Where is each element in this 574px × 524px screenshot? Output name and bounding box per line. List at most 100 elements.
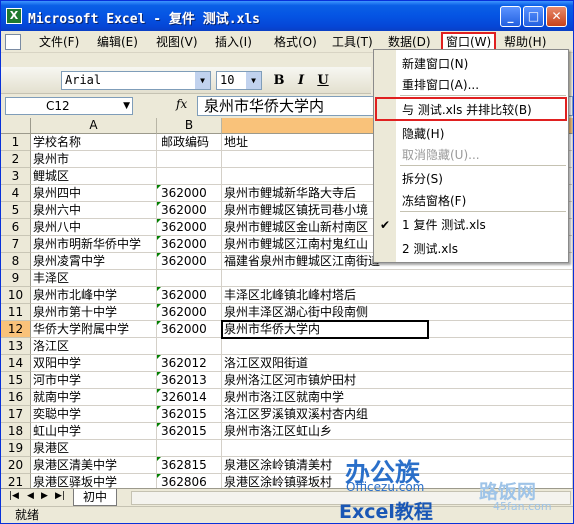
- cell-c[interactable]: 洛江区罗溪镇双溪村杏内组: [222, 406, 573, 423]
- row-header[interactable]: 9: [1, 270, 31, 287]
- cell-a[interactable]: 学校名称: [31, 134, 157, 151]
- maximize-button[interactable]: □: [523, 6, 544, 27]
- row-header[interactable]: 6: [1, 219, 31, 236]
- row-header[interactable]: 12: [1, 321, 31, 338]
- cell-a[interactable]: 鲤城区: [31, 168, 157, 185]
- chevron-down-icon[interactable]: ▼: [246, 72, 261, 89]
- cell-b[interactable]: 362000: [157, 236, 222, 253]
- cell-a[interactable]: 泉州市第十中学: [31, 304, 157, 321]
- window-menu-item-5[interactable]: 拆分(S): [402, 169, 443, 189]
- cell-b[interactable]: 362000: [157, 304, 222, 321]
- minimize-button[interactable]: _: [500, 6, 521, 27]
- column-header-b[interactable]: B: [157, 118, 222, 134]
- cell-b[interactable]: 362000: [157, 253, 222, 270]
- row-header[interactable]: 19: [1, 440, 31, 457]
- name-box[interactable]: C12 ▼: [5, 97, 133, 115]
- cell-a[interactable]: 丰泽区: [31, 270, 157, 287]
- column-header-a[interactable]: A: [31, 118, 157, 134]
- cell-a[interactable]: 双阳中学: [31, 355, 157, 372]
- window-menu-item-4[interactable]: 取消隐藏(U)...: [402, 145, 480, 165]
- excel-app-icon[interactable]: X: [6, 8, 22, 24]
- bold-button[interactable]: B: [269, 71, 289, 90]
- row-header[interactable]: 16: [1, 389, 31, 406]
- next-sheet-icon[interactable]: ▶: [41, 491, 48, 501]
- cell-b[interactable]: 362000: [157, 185, 222, 202]
- cell-b[interactable]: 362015: [157, 406, 222, 423]
- row-header[interactable]: 14: [1, 355, 31, 372]
- cell-a[interactable]: 泉港区驿坂中学: [31, 474, 157, 488]
- chevron-down-icon[interactable]: ▼: [123, 98, 130, 114]
- window-menu-item-0[interactable]: 新建窗口(N): [402, 54, 468, 74]
- cell-a[interactable]: 泉州市: [31, 151, 157, 168]
- chevron-down-icon[interactable]: ▼: [195, 72, 210, 89]
- menu-file[interactable]: 文件(F): [39, 34, 79, 51]
- prev-sheet-icon[interactable]: ◀: [27, 491, 34, 501]
- cell-a[interactable]: 泉州四中: [31, 185, 157, 202]
- cell-b[interactable]: 362806: [157, 474, 222, 488]
- cell-a[interactable]: 奕聪中学: [31, 406, 157, 423]
- close-button[interactable]: ✕: [546, 6, 567, 27]
- cell-a[interactable]: 泉港区清美中学: [31, 457, 157, 474]
- cell-a[interactable]: 华侨大学附属中学: [31, 321, 157, 338]
- sheet-tab-junior[interactable]: 初中: [73, 489, 117, 506]
- cell-c[interactable]: 泉州市洛江区就南中学: [222, 389, 573, 406]
- cell-c[interactable]: [222, 270, 573, 287]
- cell-b[interactable]: 326014: [157, 389, 222, 406]
- menu-edit[interactable]: 编辑(E): [97, 34, 138, 51]
- window-menu-item-8[interactable]: 2 测试.xls: [402, 239, 458, 259]
- underline-button[interactable]: U: [313, 71, 333, 90]
- cell-c[interactable]: [222, 338, 573, 355]
- font-name-select[interactable]: Arial ▼: [61, 71, 211, 90]
- cell-a[interactable]: 泉州市北峰中学: [31, 287, 157, 304]
- row-header[interactable]: 3: [1, 168, 31, 185]
- cell-a[interactable]: 泉州凌霄中学: [31, 253, 157, 270]
- cell-c[interactable]: 泉州市洛江区虹山乡: [222, 423, 573, 440]
- font-size-select[interactable]: 10 ▼: [216, 71, 262, 90]
- row-header[interactable]: 21: [1, 474, 31, 488]
- cell-a[interactable]: 洛江区: [31, 338, 157, 355]
- window-menu-item-7[interactable]: 1 复件 测试.xls: [402, 215, 486, 235]
- cell-b[interactable]: [157, 440, 222, 457]
- cell-c[interactable]: 洛江区双阳街道: [222, 355, 573, 372]
- menu-tools[interactable]: 工具(T): [332, 34, 373, 51]
- row-header[interactable]: 15: [1, 372, 31, 389]
- row-header[interactable]: 5: [1, 202, 31, 219]
- cell-b[interactable]: 362013: [157, 372, 222, 389]
- cell-b[interactable]: [157, 270, 222, 287]
- cell-a[interactable]: 虹山中学: [31, 423, 157, 440]
- menu-insert[interactable]: 插入(I): [215, 34, 252, 51]
- row-header[interactable]: 13: [1, 338, 31, 355]
- cell-b[interactable]: [157, 168, 222, 185]
- cell-b[interactable]: 362015: [157, 423, 222, 440]
- window-menu-item-3[interactable]: 隐藏(H): [402, 124, 444, 144]
- workbook-icon[interactable]: [5, 34, 21, 50]
- menu-format[interactable]: 格式(O): [274, 34, 317, 51]
- cell-b[interactable]: [157, 151, 222, 168]
- cell-b[interactable]: 362000: [157, 287, 222, 304]
- cell-c[interactable]: 泉州洛江区河市镇炉田村: [222, 372, 573, 389]
- window-menu-item-2[interactable]: 与 测试.xls 并排比较(B): [402, 100, 532, 120]
- window-menu-item-6[interactable]: 冻结窗格(F): [402, 191, 466, 211]
- row-header[interactable]: 10: [1, 287, 31, 304]
- cell-a[interactable]: 泉州市明新华侨中学: [31, 236, 157, 253]
- row-header[interactable]: 2: [1, 151, 31, 168]
- row-header[interactable]: 1: [1, 134, 31, 151]
- italic-button[interactable]: I: [291, 71, 311, 90]
- row-header[interactable]: 7: [1, 236, 31, 253]
- last-sheet-icon[interactable]: ▶|: [55, 491, 65, 501]
- row-header[interactable]: 8: [1, 253, 31, 270]
- first-sheet-icon[interactable]: |◀: [9, 491, 19, 501]
- cell-a[interactable]: 泉州六中: [31, 202, 157, 219]
- row-header[interactable]: 18: [1, 423, 31, 440]
- cell-c[interactable]: 泉州丰泽区湖心街中段南侧: [222, 304, 573, 321]
- cell-b[interactable]: 362000: [157, 219, 222, 236]
- window-menu-item-1[interactable]: 重排窗口(A)...: [402, 75, 479, 95]
- insert-function-icon[interactable]: fx: [176, 97, 187, 111]
- cell-b[interactable]: 362815: [157, 457, 222, 474]
- row-header[interactable]: 20: [1, 457, 31, 474]
- cell-a[interactable]: 泉州八中: [31, 219, 157, 236]
- cell-b[interactable]: 362012: [157, 355, 222, 372]
- row-header[interactable]: 11: [1, 304, 31, 321]
- cell-a[interactable]: 就南中学: [31, 389, 157, 406]
- cell-c[interactable]: 丰泽区北峰镇北峰村塔后: [222, 287, 573, 304]
